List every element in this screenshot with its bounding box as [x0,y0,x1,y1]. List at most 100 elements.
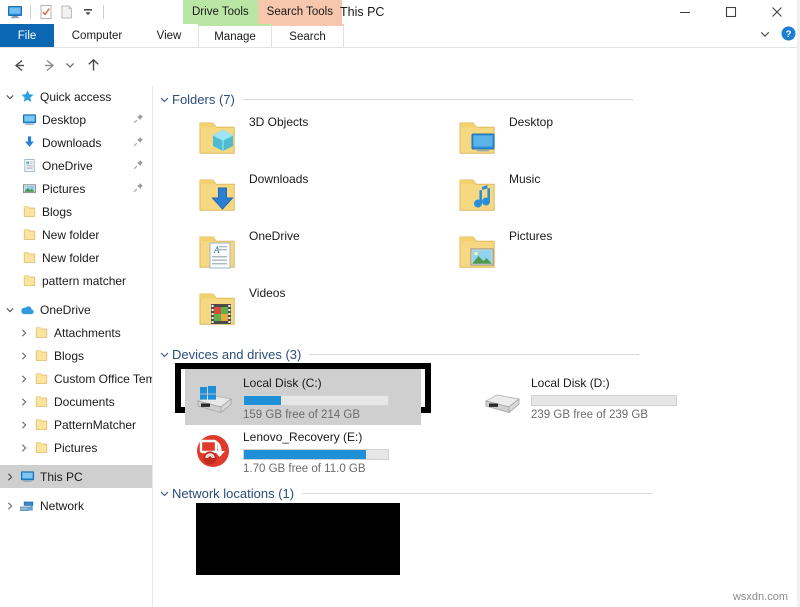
folder-pictures-icon [453,227,501,275]
sidebar-item-label: Custom Office Tem [54,372,152,386]
folder-icon [32,370,50,388]
tab-search[interactable]: Search [272,24,344,48]
drive-tile-local-disk-c[interactable]: Local Disk (C:) 159 GB free of 214 GB [185,369,421,425]
capacity-bar-fill [244,450,366,459]
back-button[interactable] [8,54,30,76]
pin-icon[interactable] [133,159,144,173]
chevron-down-icon[interactable] [156,349,172,360]
sidebar-item-desktop[interactable]: Desktop [0,108,152,131]
window-title: This PC [340,0,384,24]
chevron-right-icon[interactable] [2,494,18,517]
this-pc-icon [18,468,36,486]
folder-icon [20,249,38,267]
maximize-button[interactable] [708,0,754,24]
sidebar-item-pictures-onedrive[interactable]: Pictures [0,436,152,459]
sidebar-item-pictures-quick[interactable]: Pictures [0,177,152,200]
minimize-button[interactable] [662,0,708,24]
toolbar-separator-2 [103,5,104,19]
drive-tile-lenovo-recovery-e[interactable]: Lenovo_Recovery (E:) 1.70 GB free of 11.… [185,423,421,479]
folder-downloads-icon [193,170,241,218]
sidebar-item-onedrive-quick[interactable]: OneDrive [0,154,152,177]
tab-file-label: File [18,30,37,42]
chevron-down-icon[interactable] [759,27,771,45]
help-icon[interactable]: ? [781,26,796,46]
chevron-right-icon[interactable] [16,367,32,390]
folder-tile-desktop[interactable]: Desktop [453,113,553,161]
downloads-icon [20,134,38,152]
ribbon-tab-bar: File Computer View Manage Search ? [0,24,800,48]
chevron-down-icon[interactable] [156,488,172,499]
content-pane[interactable]: Folders (7) 3D Objects [153,85,800,607]
forward-button[interactable] [38,54,60,76]
ribbon-right-controls: ? [759,24,796,48]
tab-view[interactable]: View [140,24,198,48]
folder-tile-music[interactable]: Music [453,170,540,218]
contextual-tab-drive-tools[interactable]: Drive Tools [183,0,258,24]
window-title-text: This PC [340,5,384,19]
sidebar-item-quick-access[interactable]: Quick access [0,85,152,108]
drive-info: Lenovo_Recovery (E:) 1.70 GB free of 11.… [243,428,389,475]
sidebar-item-documents[interactable]: Documents [0,390,152,413]
chevron-right-icon[interactable] [16,344,32,367]
redacted-network-item[interactable] [196,503,400,575]
tab-view-label: View [157,30,182,42]
sidebar-item-blogs-quick[interactable]: Blogs [0,200,152,223]
sidebar-item-this-pc[interactable]: This PC [0,465,152,488]
chevron-right-icon[interactable] [16,436,32,459]
group-header-network[interactable]: Network locations (1) [156,483,796,503]
folder-tile-onedrive[interactable]: A OneDrive [193,227,300,275]
drive-tile-local-disk-d[interactable]: Local Disk (D:) 239 GB free of 239 GB [473,369,709,425]
contextual-tabs: Drive Tools Search Tools [183,0,342,24]
chevron-down-icon[interactable] [2,85,18,108]
properties-icon[interactable] [37,3,55,21]
folder-icon [20,272,38,290]
tab-manage[interactable]: Manage [198,24,272,48]
drive-name: Local Disk (C:) [243,376,322,390]
folder-tile-videos[interactable]: Videos [193,284,285,332]
pin-icon[interactable] [133,113,144,127]
chevron-down-icon[interactable] [2,298,18,321]
sidebar-item-network[interactable]: Network [0,494,152,517]
folder-icon [32,347,50,365]
sidebar-item-new-folder-1[interactable]: New folder [0,223,152,246]
chevron-right-icon[interactable] [16,321,32,344]
sidebar-item-blogs-onedrive[interactable]: Blogs [0,344,152,367]
navigation-pane[interactable]: Quick access Desktop Downloads [0,85,152,607]
folder-tile-label: Pictures [509,229,552,243]
chevron-right-icon[interactable] [2,465,18,488]
sidebar-item-label: Desktop [42,113,86,127]
new-folder-icon[interactable] [58,3,76,21]
folder-tile-pictures[interactable]: Pictures [453,227,552,275]
folder-tile-label: Downloads [249,172,308,186]
close-button[interactable] [754,0,800,24]
sidebar-item-label: Documents [54,395,115,409]
sidebar-item-label: OneDrive [42,159,93,173]
chevron-right-icon[interactable] [16,390,32,413]
folder-tile-downloads[interactable]: Downloads [193,170,308,218]
chevron-down-icon[interactable] [156,94,172,105]
pin-icon[interactable] [133,136,144,150]
tab-file[interactable]: File [0,24,54,48]
sidebar-item-new-folder-2[interactable]: New folder [0,246,152,269]
sidebar-item-custom-office-templates[interactable]: Custom Office Tem [0,367,152,390]
sidebar-item-downloads[interactable]: Downloads [0,131,152,154]
sidebar-item-attachments[interactable]: Attachments [0,321,152,344]
up-button[interactable] [82,54,104,76]
capacity-bar-local-disk-d [531,395,677,406]
folder-desktop-icon [453,113,501,161]
customize-dropdown-icon[interactable] [79,3,97,21]
this-pc-icon[interactable] [6,3,24,21]
sidebar-item-pattern-matcher[interactable]: pattern matcher [0,269,152,292]
tab-computer[interactable]: Computer [54,24,140,48]
sidebar-item-patternmatcher[interactable]: PatternMatcher [0,413,152,436]
chevron-right-icon[interactable] [16,413,32,436]
sidebar-item-onedrive[interactable]: OneDrive [0,298,152,321]
folder-tile-3d-objects[interactable]: 3D Objects [193,113,308,161]
group-header-devices[interactable]: Devices and drives (3) [156,344,796,364]
sidebar-item-label: Blogs [42,205,72,219]
contextual-tab-search-tools[interactable]: Search Tools [258,0,342,24]
group-header-folders[interactable]: Folders (7) [156,89,796,109]
recent-locations-button[interactable] [62,54,78,76]
pin-icon[interactable] [133,182,144,196]
toolbar-separator [30,5,31,19]
